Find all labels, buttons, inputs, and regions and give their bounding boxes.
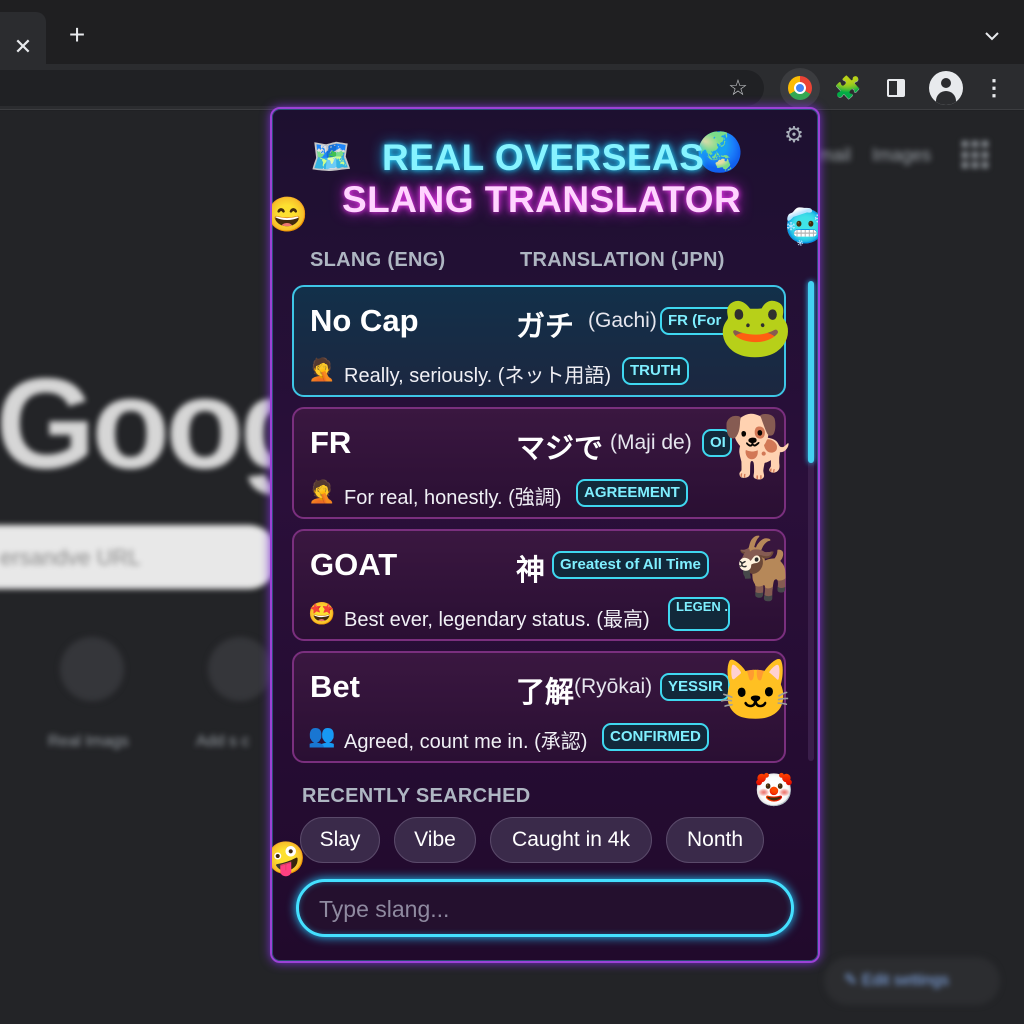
tab-search-icon[interactable]: [980, 24, 1004, 48]
slang-input-container: [296, 879, 794, 937]
gmail-link[interactable]: mail: [818, 145, 851, 166]
tab-strip: ✕ +: [0, 0, 1024, 64]
settings-gear-icon[interactable]: ⚙: [782, 123, 806, 147]
grinning-emoji-icon: 😄: [270, 196, 309, 234]
japanese-translation: 神: [516, 555, 546, 587]
close-tab-icon[interactable]: ✕: [12, 36, 34, 58]
slang-card[interactable]: No Cap ガチ (Gachi) FR (For 🤦 Really, seri…: [292, 285, 793, 397]
clown-emoji-icon: 🤡: [754, 772, 794, 808]
slang-word: FR: [310, 425, 352, 460]
cat-sticker-icon: 🐱: [718, 657, 793, 724]
facepalm-emoji-icon: 🤦: [308, 479, 336, 504]
images-link[interactable]: Images: [872, 145, 931, 166]
extensions-puzzle-icon[interactable]: 🧩: [832, 72, 864, 104]
scrollbar-thumb[interactable]: [808, 281, 814, 463]
category-tag: LEGEN ...DARY: [668, 597, 730, 631]
people-emoji-icon: 👥: [308, 723, 336, 748]
category-tag: TRUTH: [622, 357, 689, 385]
slang-description: Best ever, legendary status. (最高): [344, 609, 650, 631]
slang-list: No Cap ガチ (Gachi) FR (For 🤦 Really, seri…: [292, 285, 801, 777]
recent-chip[interactable]: Vibe: [394, 817, 476, 863]
slang-word: No Cap: [310, 303, 419, 338]
shortcut-label: Real Imags: [48, 733, 129, 750]
ntp-search-box[interactable]: ersandve URL: [0, 525, 280, 589]
apps-grid-icon[interactable]: [962, 141, 990, 169]
japanese-translation: マジで: [516, 433, 604, 465]
shiba-dog-sticker-icon: 🐕: [722, 413, 797, 480]
title-line-2: SLANG TRANSLATOR: [342, 179, 742, 220]
slang-word: Bet: [310, 669, 360, 704]
bookmark-star-icon[interactable]: ☆: [724, 74, 752, 102]
slang-card[interactable]: Bet 了解 (Ryōkai) YESSIR 👥 Agreed, count m…: [292, 651, 793, 763]
menu-kebab-icon[interactable]: ⋮: [978, 72, 1010, 104]
ntp-search-placeholder: ersandve URL: [0, 545, 141, 570]
recent-chip[interactable]: Slay: [300, 817, 380, 863]
star-eyes-emoji-icon: 🤩: [308, 601, 336, 626]
customize-button[interactable]: ✎ Edit settings: [824, 957, 1000, 1005]
slang-card[interactable]: GOAT 神 Greatest of All Time 🤩 Best ever,…: [292, 529, 801, 641]
slang-description: Agreed, count me in. (承認): [344, 731, 588, 753]
address-bar[interactable]: [0, 70, 764, 106]
world-map-icon: 🗺️: [310, 138, 353, 176]
category-tag: AGREEMENT: [576, 479, 688, 507]
new-tab-button[interactable]: +: [64, 21, 90, 49]
romaji: (Ryōkai): [574, 675, 653, 698]
romaji: (Maji de): [610, 431, 692, 454]
title-line-1: REAL OVERSEAS: [382, 137, 705, 178]
slang-card[interactable]: FR マジで (Maji de) OI 🤦 For real, honestly…: [292, 407, 797, 519]
recent-chip[interactable]: Nonth: [666, 817, 764, 863]
frog-sticker-icon: 🐸: [718, 293, 793, 360]
goat-sticker-icon: 🐐: [726, 535, 801, 602]
meaning-tag: Greatest of All Time: [552, 551, 709, 579]
recent-chip[interactable]: Caught in 4k: [490, 817, 652, 863]
shortcut-tile[interactable]: [60, 637, 124, 701]
recent-search-chips: Slay Vibe Caught in 4k Nonth: [300, 817, 794, 863]
japanese-translation: ガチ: [516, 311, 575, 343]
extension-icon: [788, 76, 812, 100]
cold-face-emoji-icon: 🥶: [784, 207, 818, 247]
category-tag: CONFIRMED: [602, 723, 709, 751]
add-shortcut-tile[interactable]: [208, 637, 272, 701]
profile-avatar[interactable]: [928, 70, 964, 106]
column-header-slang: SLANG (ENG): [310, 249, 446, 271]
browser-toolbar: ☆ 🧩 ⋮: [0, 64, 1024, 110]
shortcut-label: Add s c: [196, 733, 250, 750]
slang-input[interactable]: [319, 891, 769, 927]
column-header-translation: TRANSLATION (JPN): [520, 249, 725, 271]
slang-translator-popup: ⚙ 🗺️ 🌏 REAL OVERSEAS SLANG TRANSLATOR 😄 …: [270, 107, 820, 963]
romaji: (Gachi): [588, 309, 657, 332]
slang-description: For real, honestly. (強調): [344, 487, 562, 509]
facepalm-emoji-icon: 🤦: [308, 357, 336, 382]
browser-tab[interactable]: ✕: [0, 12, 46, 64]
japanese-translation: 了解: [516, 677, 575, 709]
slang-description: Really, seriously. (ネット用語): [344, 365, 612, 387]
side-panel-icon[interactable]: [880, 72, 912, 104]
extension-button[interactable]: [780, 68, 820, 108]
slang-word: GOAT: [310, 547, 398, 582]
recently-searched-heading: RECENTLY SEARCHED: [302, 785, 531, 807]
